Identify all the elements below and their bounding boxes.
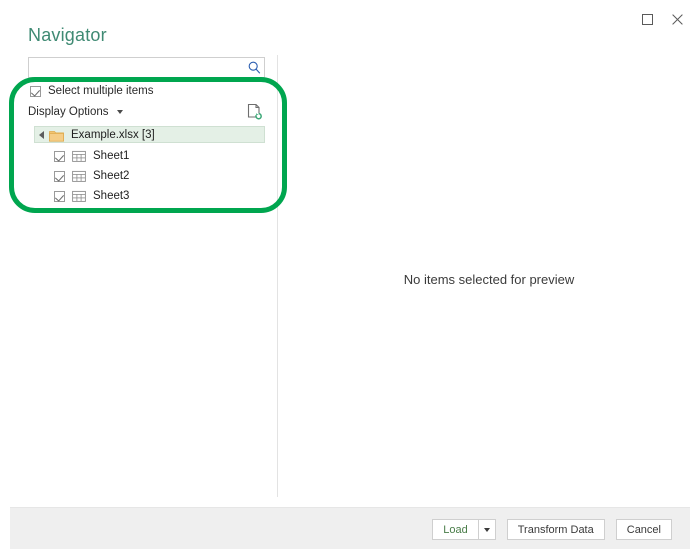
transform-data-button[interactable]: Transform Data	[506, 519, 605, 540]
worksheet-icon	[72, 170, 86, 183]
tree-root-label: Example.xlsx [3]	[71, 128, 155, 141]
navigator-dialog: Navigator Select multiple items Display …	[0, 0, 700, 560]
load-split-button: Load	[432, 519, 496, 540]
footer-buttons: Load Transform Data Cancel	[432, 519, 672, 540]
load-dropdown-button[interactable]	[477, 519, 496, 540]
tree-item-label: Sheet3	[93, 190, 130, 202]
refresh-document-icon[interactable]	[247, 103, 263, 121]
worksheet-icon	[72, 190, 86, 203]
navigation-tree: Example.xlsx [3] Sheet1 Sheet2 Sheet3	[34, 126, 265, 206]
select-multiple-items-row[interactable]: Select multiple items	[30, 85, 153, 97]
tree-item-sheet3[interactable]: Sheet3	[54, 186, 265, 206]
worksheet-icon	[72, 150, 86, 163]
preview-pane: No items selected for preview	[278, 0, 700, 507]
load-button[interactable]: Load	[432, 519, 478, 540]
cancel-button[interactable]: Cancel	[615, 519, 672, 540]
chevron-down-icon[interactable]	[116, 110, 123, 114]
tree-item-sheet2[interactable]: Sheet2	[54, 166, 265, 186]
tree-item-checkbox[interactable]	[54, 190, 65, 202]
display-options-row: Display Options	[28, 103, 263, 121]
expand-collapse-triangle-icon[interactable]	[39, 130, 44, 139]
chevron-down-icon	[483, 527, 490, 532]
footer-bar: Load Transform Data Cancel	[10, 507, 690, 549]
tree-item-label: Sheet2	[93, 170, 130, 182]
select-multiple-items-checkbox[interactable]	[30, 85, 41, 97]
select-multiple-items-label: Select multiple items	[48, 85, 154, 97]
left-pane: Select multiple items Display Options Ex…	[0, 0, 277, 507]
tree-root-item[interactable]: Example.xlsx [3]	[34, 126, 265, 143]
folder-icon	[49, 129, 64, 142]
tree-item-checkbox[interactable]	[54, 170, 65, 182]
preview-empty-message: No items selected for preview	[403, 272, 575, 287]
tree-item-label: Sheet1	[93, 150, 130, 162]
display-options-label[interactable]: Display Options	[28, 106, 109, 118]
tree-item-sheet1[interactable]: Sheet1	[54, 146, 265, 166]
tree-item-checkbox[interactable]	[54, 150, 65, 162]
